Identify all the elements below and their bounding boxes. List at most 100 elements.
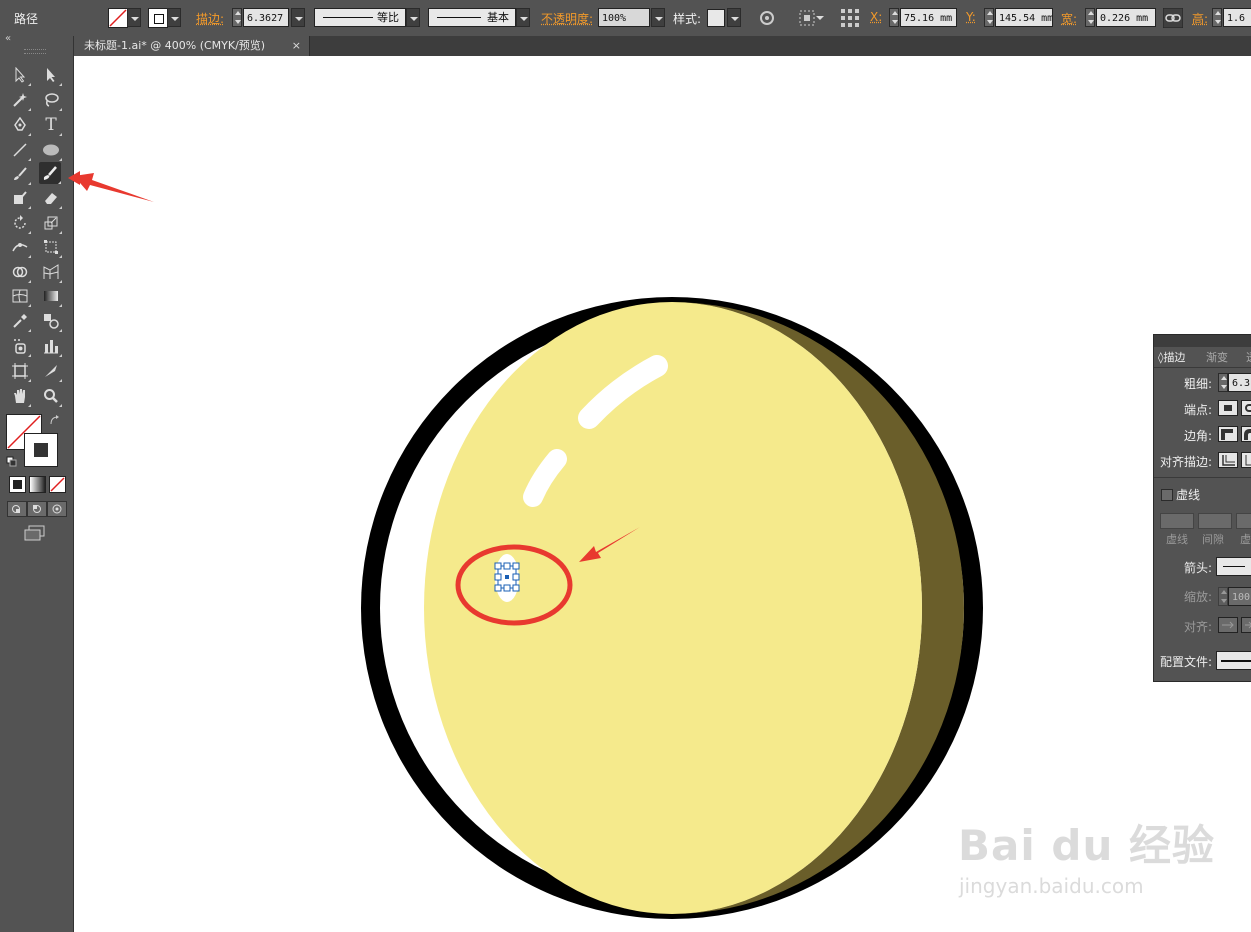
scale-input[interactable]: 100: [1228, 587, 1251, 606]
selection-bounding-box[interactable]: [494, 562, 520, 592]
stroke-color-dropdown[interactable]: [167, 8, 181, 27]
shaper-tool[interactable]: [9, 187, 31, 209]
width-tool[interactable]: [9, 236, 31, 258]
height-input[interactable]: 1.6: [1223, 8, 1251, 27]
stroke-weight-dropdown[interactable]: [291, 8, 305, 27]
gradient-mode-button[interactable]: [29, 476, 46, 493]
ellipse-tool[interactable]: [40, 139, 62, 161]
align-stroke-inside-button[interactable]: [1241, 452, 1251, 468]
none-mode-button[interactable]: [49, 476, 66, 493]
height-stepper[interactable]: [1212, 8, 1222, 27]
zoom-tool[interactable]: [40, 385, 62, 407]
panel-header-bar[interactable]: [1154, 335, 1251, 347]
align-arrow-tip-button[interactable]: [1218, 617, 1238, 633]
fill-dropdown[interactable]: [127, 8, 141, 27]
butt-cap-button[interactable]: [1218, 400, 1238, 416]
stroke-color-box[interactable]: [24, 433, 58, 467]
blob-brush-tool[interactable]: [39, 162, 61, 184]
collapse-toolbar-button[interactable]: «: [5, 33, 11, 44]
height-label[interactable]: 高:: [1192, 10, 1208, 27]
weight-input[interactable]: 6.3: [1228, 373, 1251, 392]
arrowhead-start-select[interactable]: [1216, 557, 1251, 576]
screen-mode-icon[interactable]: [24, 525, 46, 541]
round-join-button[interactable]: [1241, 426, 1251, 442]
stroke-weight-stepper[interactable]: [232, 8, 242, 27]
constrain-link-icon[interactable]: [1163, 8, 1183, 28]
close-tab-button[interactable]: ×: [292, 36, 301, 56]
dashed-line-checkbox[interactable]: [1161, 489, 1173, 501]
toolbar-grip[interactable]: [24, 49, 46, 54]
eraser-tool[interactable]: [40, 187, 62, 209]
panel-tab-stroke[interactable]: ◊描边: [1158, 349, 1185, 367]
direct-selection-tool[interactable]: [40, 64, 62, 86]
symbol-sprayer-tool[interactable]: [9, 335, 31, 357]
eyedropper-tool[interactable]: [9, 310, 31, 332]
column-graph-tool[interactable]: [40, 335, 62, 357]
weight-stepper[interactable]: [1218, 373, 1228, 392]
opacity-input[interactable]: 100%: [598, 8, 650, 27]
round-cap-button[interactable]: [1241, 400, 1251, 416]
x-label[interactable]: X:: [870, 10, 882, 24]
document-tab[interactable]: 未标题-1.ai* @ 400% (CMYK/预览) ×: [74, 36, 310, 56]
variable-width-profile[interactable]: 等比: [314, 8, 406, 27]
default-fill-stroke-icon[interactable]: [6, 456, 18, 468]
shape-builder-tool[interactable]: [9, 261, 31, 283]
recolor-artwork-icon[interactable]: [757, 8, 777, 28]
profile-dropdown[interactable]: [406, 8, 420, 27]
type-tool[interactable]: T: [40, 114, 62, 136]
blend-tool[interactable]: [40, 310, 62, 332]
align-arrow-end-button[interactable]: [1241, 617, 1251, 633]
graphic-style-swatch[interactable]: [707, 9, 725, 27]
pen-tool[interactable]: [9, 114, 31, 136]
swap-fill-stroke-icon[interactable]: [49, 415, 61, 427]
yellow-sphere[interactable]: [424, 302, 922, 914]
color-mode-button[interactable]: [9, 476, 26, 493]
fill-swatch[interactable]: [108, 8, 128, 28]
slice-tool[interactable]: [40, 360, 62, 382]
align-options-dropdown[interactable]: [813, 8, 827, 27]
gradient-tool[interactable]: [40, 285, 62, 307]
dash-2-input[interactable]: [1236, 513, 1251, 529]
panel-tab-transparency[interactable]: 透: [1246, 349, 1251, 367]
width-label[interactable]: 宽:: [1061, 10, 1077, 27]
line-segment-tool[interactable]: [9, 139, 31, 161]
opacity-dropdown[interactable]: [651, 8, 665, 27]
mesh-tool[interactable]: [9, 285, 31, 307]
gap-1-input[interactable]: [1198, 513, 1232, 529]
draw-inside-button[interactable]: [47, 501, 67, 517]
panel-tab-gradient[interactable]: 渐变: [1206, 349, 1228, 367]
align-stroke-center-button[interactable]: [1218, 452, 1238, 468]
miter-join-button[interactable]: [1218, 426, 1238, 442]
selection-tool[interactable]: [9, 64, 31, 86]
dash-1-input[interactable]: [1160, 513, 1194, 529]
opacity-label[interactable]: 不透明度:: [541, 10, 593, 27]
draw-normal-button[interactable]: [7, 501, 27, 517]
magic-wand-tool[interactable]: [9, 89, 31, 111]
graphic-style-dropdown[interactable]: [727, 8, 741, 27]
draw-behind-button[interactable]: [27, 501, 47, 517]
stroke-weight-label[interactable]: 描边:: [196, 10, 224, 27]
x-input[interactable]: 75.16 mm: [900, 8, 957, 27]
paintbrush-tool[interactable]: [9, 163, 31, 185]
artboard-canvas[interactable]: Bai du 经验 jingyan.baidu.com: [74, 56, 1251, 932]
scale-tool[interactable]: [40, 212, 62, 234]
brush-dropdown[interactable]: [516, 8, 530, 27]
scale-stepper[interactable]: [1218, 587, 1228, 606]
rotate-tool[interactable]: [9, 212, 31, 234]
y-stepper[interactable]: [984, 8, 994, 27]
lasso-tool[interactable]: [40, 89, 62, 111]
width-stepper[interactable]: [1085, 8, 1095, 27]
artboard-tool[interactable]: [9, 360, 31, 382]
width-profile-select[interactable]: [1216, 651, 1251, 670]
stroke-swatch[interactable]: [148, 8, 168, 28]
y-input[interactable]: 145.54 mm: [995, 8, 1053, 27]
y-label[interactable]: Y:: [966, 10, 976, 24]
free-transform-tool[interactable]: [40, 236, 62, 258]
width-input[interactable]: 0.226 mm: [1096, 8, 1156, 27]
brush-definition[interactable]: 基本: [428, 8, 516, 27]
x-stepper[interactable]: [889, 8, 899, 27]
perspective-grid-tool[interactable]: [40, 261, 62, 283]
stroke-weight-input[interactable]: 6.3627: [243, 8, 289, 27]
hand-tool[interactable]: [9, 385, 31, 407]
reference-point-icon[interactable]: [840, 8, 860, 28]
